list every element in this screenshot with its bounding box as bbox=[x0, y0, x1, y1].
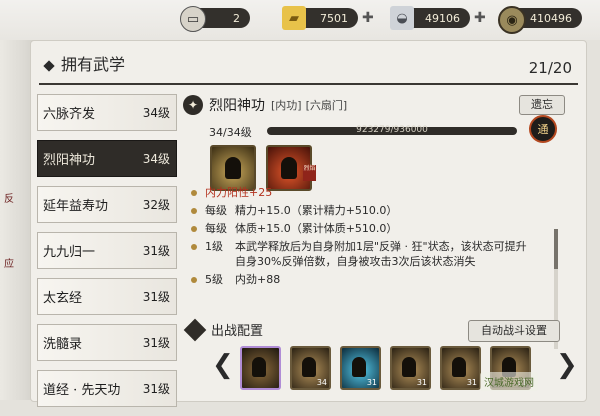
attribute-key: 每级 bbox=[205, 222, 227, 235]
chevron-left-icon[interactable]: ❮ bbox=[212, 350, 234, 380]
watermark: 汉城游戏网 bbox=[480, 372, 538, 391]
skill-level: 34级 bbox=[142, 106, 170, 120]
silver-count: 49106 bbox=[425, 11, 460, 25]
exp-bar: 923279/936000 bbox=[267, 125, 517, 135]
skill-list: 六脉齐发 34级 烈阳神功 34级 延年益寿功 32级 九九归一 31级 太玄经 31级 … bbox=[37, 94, 177, 416]
skill-item[interactable]: 六脉齐发 34级 bbox=[37, 94, 177, 131]
attribute-value: 本武学释放后为自身附加1层"反弹 · 狂"状态，该状态可提升自身30%反弹倍数，… bbox=[235, 240, 527, 268]
forget-button[interactable]: 遗忘 bbox=[519, 95, 565, 115]
attribute-row: 每级 体质+15.0（累计体质+510.0） bbox=[191, 221, 571, 236]
battle-config-title: 出战配置 bbox=[211, 324, 264, 339]
scroll-thumb[interactable] bbox=[554, 229, 558, 269]
battle-slot[interactable]: 34 bbox=[290, 346, 331, 390]
meditating-figure-icon bbox=[252, 357, 266, 377]
skill-count: 21/20 bbox=[528, 59, 572, 77]
attribute-list: 内力阳性+25 每级 精力+15.0（累计精力+510.0） 每级 体质+15.0（… bbox=[191, 185, 571, 290]
side-glyph: 应 bbox=[4, 259, 14, 270]
attribute-key: 1级 bbox=[205, 240, 223, 253]
skill-name: 道经 · 先天功 bbox=[43, 383, 121, 398]
slot-level: 34 bbox=[316, 378, 327, 387]
skill-level: 31级 bbox=[142, 290, 170, 304]
skill-sect-tag: [六扇门] bbox=[305, 99, 348, 112]
bullet-icon bbox=[191, 190, 197, 196]
skill-level: 31级 bbox=[142, 382, 170, 396]
battle-slot[interactable]: 31 bbox=[390, 346, 431, 390]
battle-config-header: 出战配置 bbox=[183, 318, 264, 341]
skill-item[interactable]: 洗髓录 31级 bbox=[37, 324, 177, 361]
meditating-figure-icon bbox=[452, 357, 466, 377]
bullet-icon bbox=[191, 208, 197, 214]
attribute-row: 1级 本武学释放后为自身附加1层"反弹 · 狂"状态，该状态可提升自身30%反弹倍… bbox=[191, 239, 571, 269]
panel-title: 拥有武学 bbox=[43, 51, 125, 75]
battle-diamond-icon bbox=[183, 318, 207, 341]
meditating-figure-icon bbox=[352, 357, 366, 377]
silver-ingot-icon: ◒ bbox=[390, 6, 414, 30]
skill-name: 洗髓录 bbox=[43, 337, 83, 352]
exp-text: 923279/936000 bbox=[356, 125, 428, 135]
resource-coin[interactable]: 410496 ◉ bbox=[498, 6, 582, 34]
slot-level: 31 bbox=[366, 378, 377, 387]
meditating-figure-icon bbox=[402, 357, 416, 377]
skill-type-icon: ✦ bbox=[183, 95, 203, 115]
gold-count: 7501 bbox=[320, 11, 348, 25]
skill-item[interactable]: 太玄经 31级 bbox=[37, 278, 177, 315]
skill-item[interactable]: 九九归一 31级 bbox=[37, 232, 177, 269]
chevron-right-icon[interactable]: ❯ bbox=[556, 350, 578, 380]
skill-level: 34级 bbox=[142, 152, 170, 166]
skill-header: ✦ 烈阳神功 [内功] [六扇门] bbox=[183, 95, 351, 115]
attribute-value: 内力阳性+25 bbox=[205, 186, 273, 199]
skill-name: 六脉齐发 bbox=[43, 107, 96, 122]
title-diamond-icon bbox=[43, 59, 55, 72]
meditating-figure-icon bbox=[302, 357, 316, 377]
mailbox-icon: ▭ bbox=[180, 6, 206, 32]
attribute-value: 体质+15.0（累计体质+510.0） bbox=[235, 222, 398, 235]
skill-level: 31级 bbox=[142, 244, 170, 258]
meditating-figure-icon bbox=[281, 157, 297, 179]
attribute-row: 5级 内劲+88 bbox=[191, 272, 571, 287]
bullet-icon bbox=[191, 244, 197, 250]
slot-level: 31 bbox=[416, 378, 427, 387]
card-tag: 烈焰 bbox=[303, 165, 316, 181]
skill-item[interactable]: 道经 · 先天功 31级 bbox=[37, 370, 177, 407]
add-gold-button[interactable]: ✚ bbox=[362, 10, 374, 26]
attribute-value: 内劲+88 bbox=[235, 273, 281, 286]
skill-name: 太玄经 bbox=[43, 291, 83, 306]
add-silver-button[interactable]: ✚ bbox=[474, 10, 486, 26]
resource-silver[interactable]: 49106 ◒ ✚ bbox=[390, 6, 486, 30]
mail-count: 2 bbox=[233, 11, 240, 25]
battle-slot[interactable] bbox=[240, 346, 281, 390]
attribute-value: 精力+15.0（累计精力+510.0） bbox=[235, 204, 398, 217]
attribute-row: 每级 精力+15.0（累计精力+510.0） bbox=[191, 203, 571, 218]
attribute-key: 每级 bbox=[205, 204, 227, 217]
skill-name: 烈阳神功 bbox=[43, 153, 96, 168]
skill-item[interactable]: 延年益寿功 32级 bbox=[37, 186, 177, 223]
skill-type-tag: [内功] bbox=[271, 99, 302, 112]
bullet-icon bbox=[191, 226, 197, 232]
attribute-row: 内力阳性+25 bbox=[191, 185, 571, 200]
auto-battle-settings-button[interactable]: 自动战斗设置 bbox=[468, 320, 560, 342]
meditating-figure-icon bbox=[225, 157, 241, 179]
battle-slot[interactable]: 31 bbox=[440, 346, 481, 390]
attribute-key: 5级 bbox=[205, 273, 223, 286]
skill-name: 九九归一 bbox=[43, 245, 96, 260]
skill-item-selected[interactable]: 烈阳神功 34级 bbox=[37, 140, 177, 177]
slot-level: 31 bbox=[466, 378, 477, 387]
enhance-button[interactable]: 通 bbox=[529, 115, 557, 143]
battle-slot[interactable]: 31 bbox=[340, 346, 381, 390]
coin-count: 410496 bbox=[530, 11, 572, 25]
coin-icon: ◉ bbox=[498, 6, 526, 34]
resource-gold[interactable]: 7501 ▰ ✚ bbox=[282, 6, 374, 30]
skill-level: 31级 bbox=[142, 336, 170, 350]
gold-ingot-icon: ▰ bbox=[282, 6, 306, 30]
skill-detail-name: 烈阳神功 bbox=[209, 98, 265, 114]
bullet-icon bbox=[191, 277, 197, 283]
skill-level-progress: 34/34级 bbox=[209, 126, 252, 139]
skill-level: 32级 bbox=[142, 198, 170, 212]
resource-mail[interactable]: 2 ▭ bbox=[180, 6, 250, 32]
side-glyph: 反 bbox=[4, 194, 14, 205]
skill-name: 延年益寿功 bbox=[43, 199, 109, 214]
divider bbox=[39, 83, 578, 85]
